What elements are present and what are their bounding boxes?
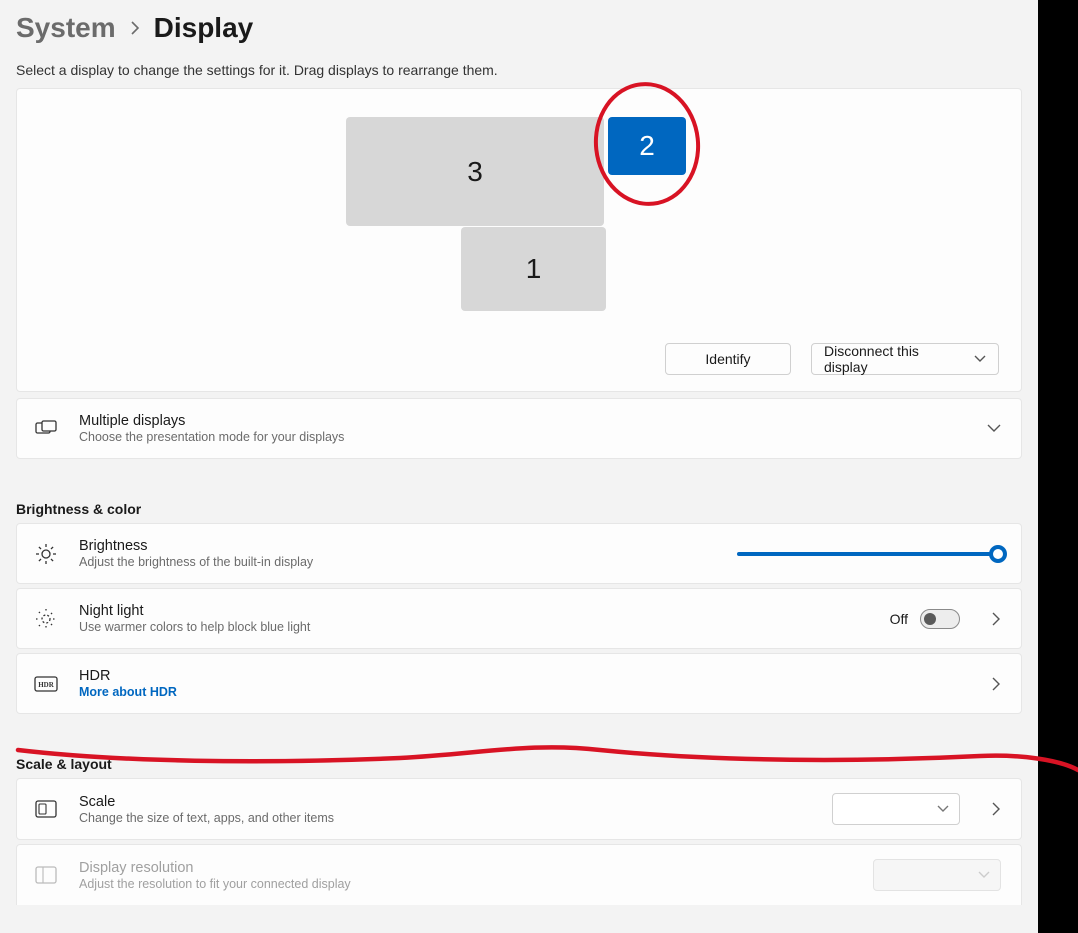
scale-sub: Change the size of text, apps, and other… (79, 811, 814, 825)
svg-text:HDR: HDR (38, 681, 55, 689)
brightness-title: Brightness (79, 538, 719, 554)
night-light-toggle[interactable] (920, 609, 960, 629)
multiple-displays-row[interactable]: Multiple displays Choose the presentatio… (16, 398, 1022, 459)
monitor-2[interactable]: 2 (608, 117, 686, 175)
scale-row[interactable]: Scale Change the size of text, apps, and… (16, 778, 1022, 840)
night-light-row[interactable]: Night light Use warmer colors to help bl… (16, 588, 1022, 649)
night-light-sub: Use warmer colors to help block blue lig… (79, 620, 872, 634)
hdr-title: HDR (79, 668, 960, 684)
night-light-icon (31, 608, 61, 630)
section-scale-layout: Scale & layout (16, 756, 1022, 772)
display-arrangement-panel: 3 2 1 Identify Disconnect this display (16, 88, 1022, 392)
monitor-1[interactable]: 1 (461, 227, 606, 311)
brightness-sub: Adjust the brightness of the built-in di… (79, 555, 719, 569)
multiple-displays-title: Multiple displays (79, 413, 955, 429)
sun-icon (31, 543, 61, 565)
chevron-down-icon (937, 805, 949, 813)
section-brightness-color: Brightness & color (16, 501, 1022, 517)
breadcrumb: System Display (16, 12, 1022, 44)
scale-icon (31, 800, 61, 818)
resolution-select (873, 859, 1001, 891)
breadcrumb-current: Display (154, 12, 254, 44)
monitor-canvas[interactable]: 3 2 1 (17, 89, 1021, 325)
chevron-right-icon[interactable] (992, 612, 1001, 626)
chevron-down-icon (974, 355, 986, 363)
night-light-title: Night light (79, 603, 872, 619)
scale-title: Scale (79, 794, 814, 810)
resolution-row: Display resolution Adjust the resolution… (16, 844, 1022, 905)
disconnect-display-label: Disconnect this display (824, 343, 964, 375)
hdr-row[interactable]: HDR HDR More about HDR (16, 653, 1022, 714)
resolution-icon (31, 866, 61, 884)
chevron-right-icon (130, 21, 140, 35)
hdr-more-link[interactable]: More about HDR (79, 685, 960, 699)
resolution-sub: Adjust the resolution to fit your connec… (79, 877, 855, 891)
chevron-right-icon[interactable] (992, 677, 1001, 691)
multiple-displays-sub: Choose the presentation mode for your di… (79, 430, 955, 444)
brightness-row: Brightness Adjust the brightness of the … (16, 523, 1022, 584)
identify-button[interactable]: Identify (665, 343, 791, 375)
chevron-right-icon[interactable] (992, 802, 1001, 816)
resolution-title: Display resolution (79, 860, 855, 876)
monitor-3[interactable]: 3 (346, 117, 604, 226)
chevron-down-icon (987, 424, 1001, 433)
disconnect-display-dropdown[interactable]: Disconnect this display (811, 343, 999, 375)
chevron-down-icon (978, 871, 990, 879)
hdr-icon: HDR (31, 676, 61, 692)
night-light-state: Off (890, 611, 908, 627)
helper-text: Select a display to change the settings … (16, 62, 1022, 78)
scale-select[interactable] (832, 793, 960, 825)
brightness-slider[interactable] (737, 544, 1001, 564)
displays-icon (31, 420, 61, 438)
breadcrumb-parent[interactable]: System (16, 12, 116, 44)
right-black-bar (1038, 0, 1078, 933)
